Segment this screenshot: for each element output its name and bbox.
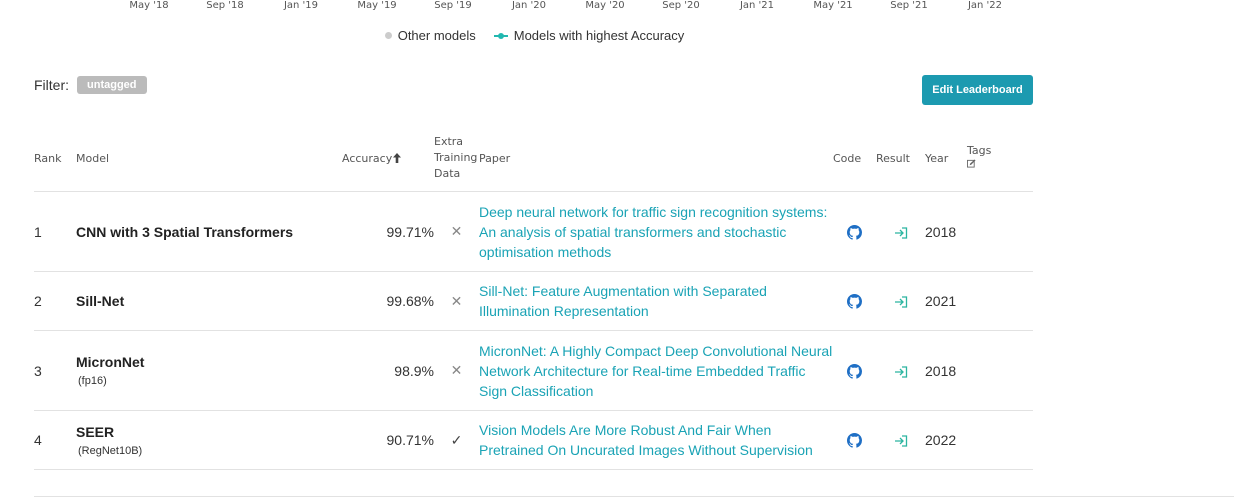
axis-tick: Sep '18: [206, 0, 244, 11]
accuracy-cell: 99.68%: [342, 271, 434, 331]
header-tags-label: Tags: [967, 144, 992, 157]
header-year: Year: [925, 125, 967, 192]
header-extra-line: Training: [434, 151, 478, 164]
table-row: 3 MicronNet (fp16) 98.9% ✕ MicronNet: A …: [34, 330, 1033, 411]
accuracy-cell: 98.9%: [342, 330, 434, 411]
result-cell[interactable]: [876, 191, 925, 272]
axis-tick: May '21: [813, 0, 853, 11]
code-cell[interactable]: [833, 330, 876, 411]
legend-highest-accuracy[interactable]: Models with highest Accuracy: [493, 28, 685, 43]
result-cell[interactable]: [876, 330, 925, 411]
section-divider: [34, 496, 1234, 497]
model-cell[interactable]: CNN with 3 Spatial Transformers: [76, 191, 342, 272]
result-arrow-icon[interactable]: [894, 296, 908, 308]
model-variant: (fp16): [78, 375, 107, 387]
header-result: Result: [876, 125, 925, 192]
accuracy-cell: 99.71%: [342, 191, 434, 272]
table-row: 4 SEER (RegNet10B) 90.71% ✓ Vision Model…: [34, 410, 1033, 470]
accuracy-cell: 90.71%: [342, 410, 434, 470]
timeline-x-axis: May '18 Sep '18 Jan '19 May '19 Sep '19 …: [0, 0, 1234, 12]
model-name: Sill-Net: [76, 293, 125, 309]
header-extra-training-data: Extra Training Data: [434, 125, 479, 192]
extra-data-cross-icon: ✕: [434, 330, 479, 411]
legend-other-models[interactable]: Other models: [384, 28, 476, 43]
extra-data-cross-icon: ✕: [434, 191, 479, 272]
legend-highest-label: Models with highest Accuracy: [513, 28, 685, 43]
code-cell[interactable]: [833, 410, 876, 470]
result-arrow-icon[interactable]: [894, 227, 908, 239]
result-cell[interactable]: [876, 410, 925, 470]
leaderboard-table: Rank Model Accuracy Extra Training Data …: [34, 125, 1033, 470]
table-row: 2 Sill-Net 99.68% ✕ Sill-Net: Feature Au…: [34, 271, 1033, 331]
model-cell[interactable]: Sill-Net: [76, 271, 342, 331]
result-arrow-icon[interactable]: [894, 366, 908, 378]
chart-legend: Other models Models with highest Accurac…: [0, 28, 1069, 43]
model-cell[interactable]: SEER (RegNet10B): [76, 410, 342, 470]
legend-other-label: Other models: [397, 28, 476, 43]
model-name: MicronNet: [76, 354, 145, 370]
year-cell: 2018: [925, 330, 967, 411]
axis-tick: May '20: [585, 0, 625, 11]
model-name: SEER: [76, 423, 115, 440]
rank-cell: 4: [34, 410, 76, 470]
header-extra-line: Data: [434, 167, 461, 180]
axis-tick: Jan '20: [511, 0, 547, 11]
year-cell: 2018: [925, 191, 967, 272]
grey-dot-icon: [384, 32, 392, 39]
github-icon[interactable]: [847, 363, 862, 379]
axis-tick: Sep '21: [890, 0, 928, 11]
axis-tick: Sep '19: [434, 0, 472, 11]
github-icon[interactable]: [847, 294, 862, 310]
axis-tick: May '19: [357, 0, 397, 11]
axis-tick: Jan '21: [739, 0, 775, 11]
axis-tick: Sep '20: [662, 0, 700, 11]
header-model: Model: [76, 125, 342, 192]
table-header-row: Rank Model Accuracy Extra Training Data …: [34, 125, 1033, 192]
header-accuracy[interactable]: Accuracy: [342, 125, 434, 192]
header-accuracy-label: Accuracy: [342, 151, 393, 165]
result-cell[interactable]: [876, 271, 925, 331]
rank-cell: 3: [34, 330, 76, 411]
tags-cell: [967, 191, 1033, 272]
axis-tick: May '18: [129, 0, 169, 11]
github-icon[interactable]: [847, 433, 862, 449]
untagged-filter-chip[interactable]: untagged: [77, 76, 147, 94]
header-code: Code: [833, 125, 876, 192]
extra-data-check-icon: ✓: [434, 410, 479, 470]
rank-cell: 2: [34, 271, 76, 331]
header-tags: Tags: [967, 125, 1033, 192]
code-cell[interactable]: [833, 191, 876, 272]
extra-data-cross-icon: ✕: [434, 271, 479, 331]
year-cell: 2021: [925, 271, 967, 331]
tags-cell: [967, 271, 1033, 331]
filter-label: Filter:: [34, 77, 69, 93]
header-extra-line: Extra: [434, 135, 464, 148]
model-variant: (RegNet10B): [78, 444, 143, 457]
paper-link[interactable]: MicronNet: A Highly Compact Deep Convolu…: [479, 330, 833, 411]
paper-link[interactable]: Vision Models Are More Robust And Fair W…: [479, 410, 833, 470]
result-arrow-icon[interactable]: [894, 435, 908, 447]
tags-cell: [967, 410, 1033, 470]
paper-link[interactable]: Sill-Net: Feature Augmentation with Sepa…: [479, 271, 833, 331]
rank-cell: 1: [34, 191, 76, 272]
year-cell: 2022: [925, 410, 967, 470]
axis-tick: Jan '22: [967, 0, 1003, 11]
sort-up-arrow-icon: [393, 152, 402, 163]
teal-line-marker-icon: [493, 32, 508, 39]
paper-link[interactable]: Deep neural network for traffic sign rec…: [479, 191, 833, 272]
header-paper: Paper: [479, 125, 833, 192]
edit-tags-icon[interactable]: [967, 159, 976, 168]
edit-leaderboard-button[interactable]: Edit Leaderboard: [922, 75, 1033, 105]
table-row: 1 CNN with 3 Spatial Transformers 99.71%…: [34, 191, 1033, 272]
model-cell[interactable]: MicronNet (fp16): [76, 330, 342, 411]
github-icon[interactable]: [847, 224, 862, 240]
tags-cell: [967, 330, 1033, 411]
axis-tick: Jan '19: [283, 0, 319, 11]
filter-bar: Filter: untagged: [34, 76, 147, 94]
code-cell[interactable]: [833, 271, 876, 331]
header-rank: Rank: [34, 125, 76, 192]
model-name: CNN with 3 Spatial Transformers: [76, 223, 294, 240]
